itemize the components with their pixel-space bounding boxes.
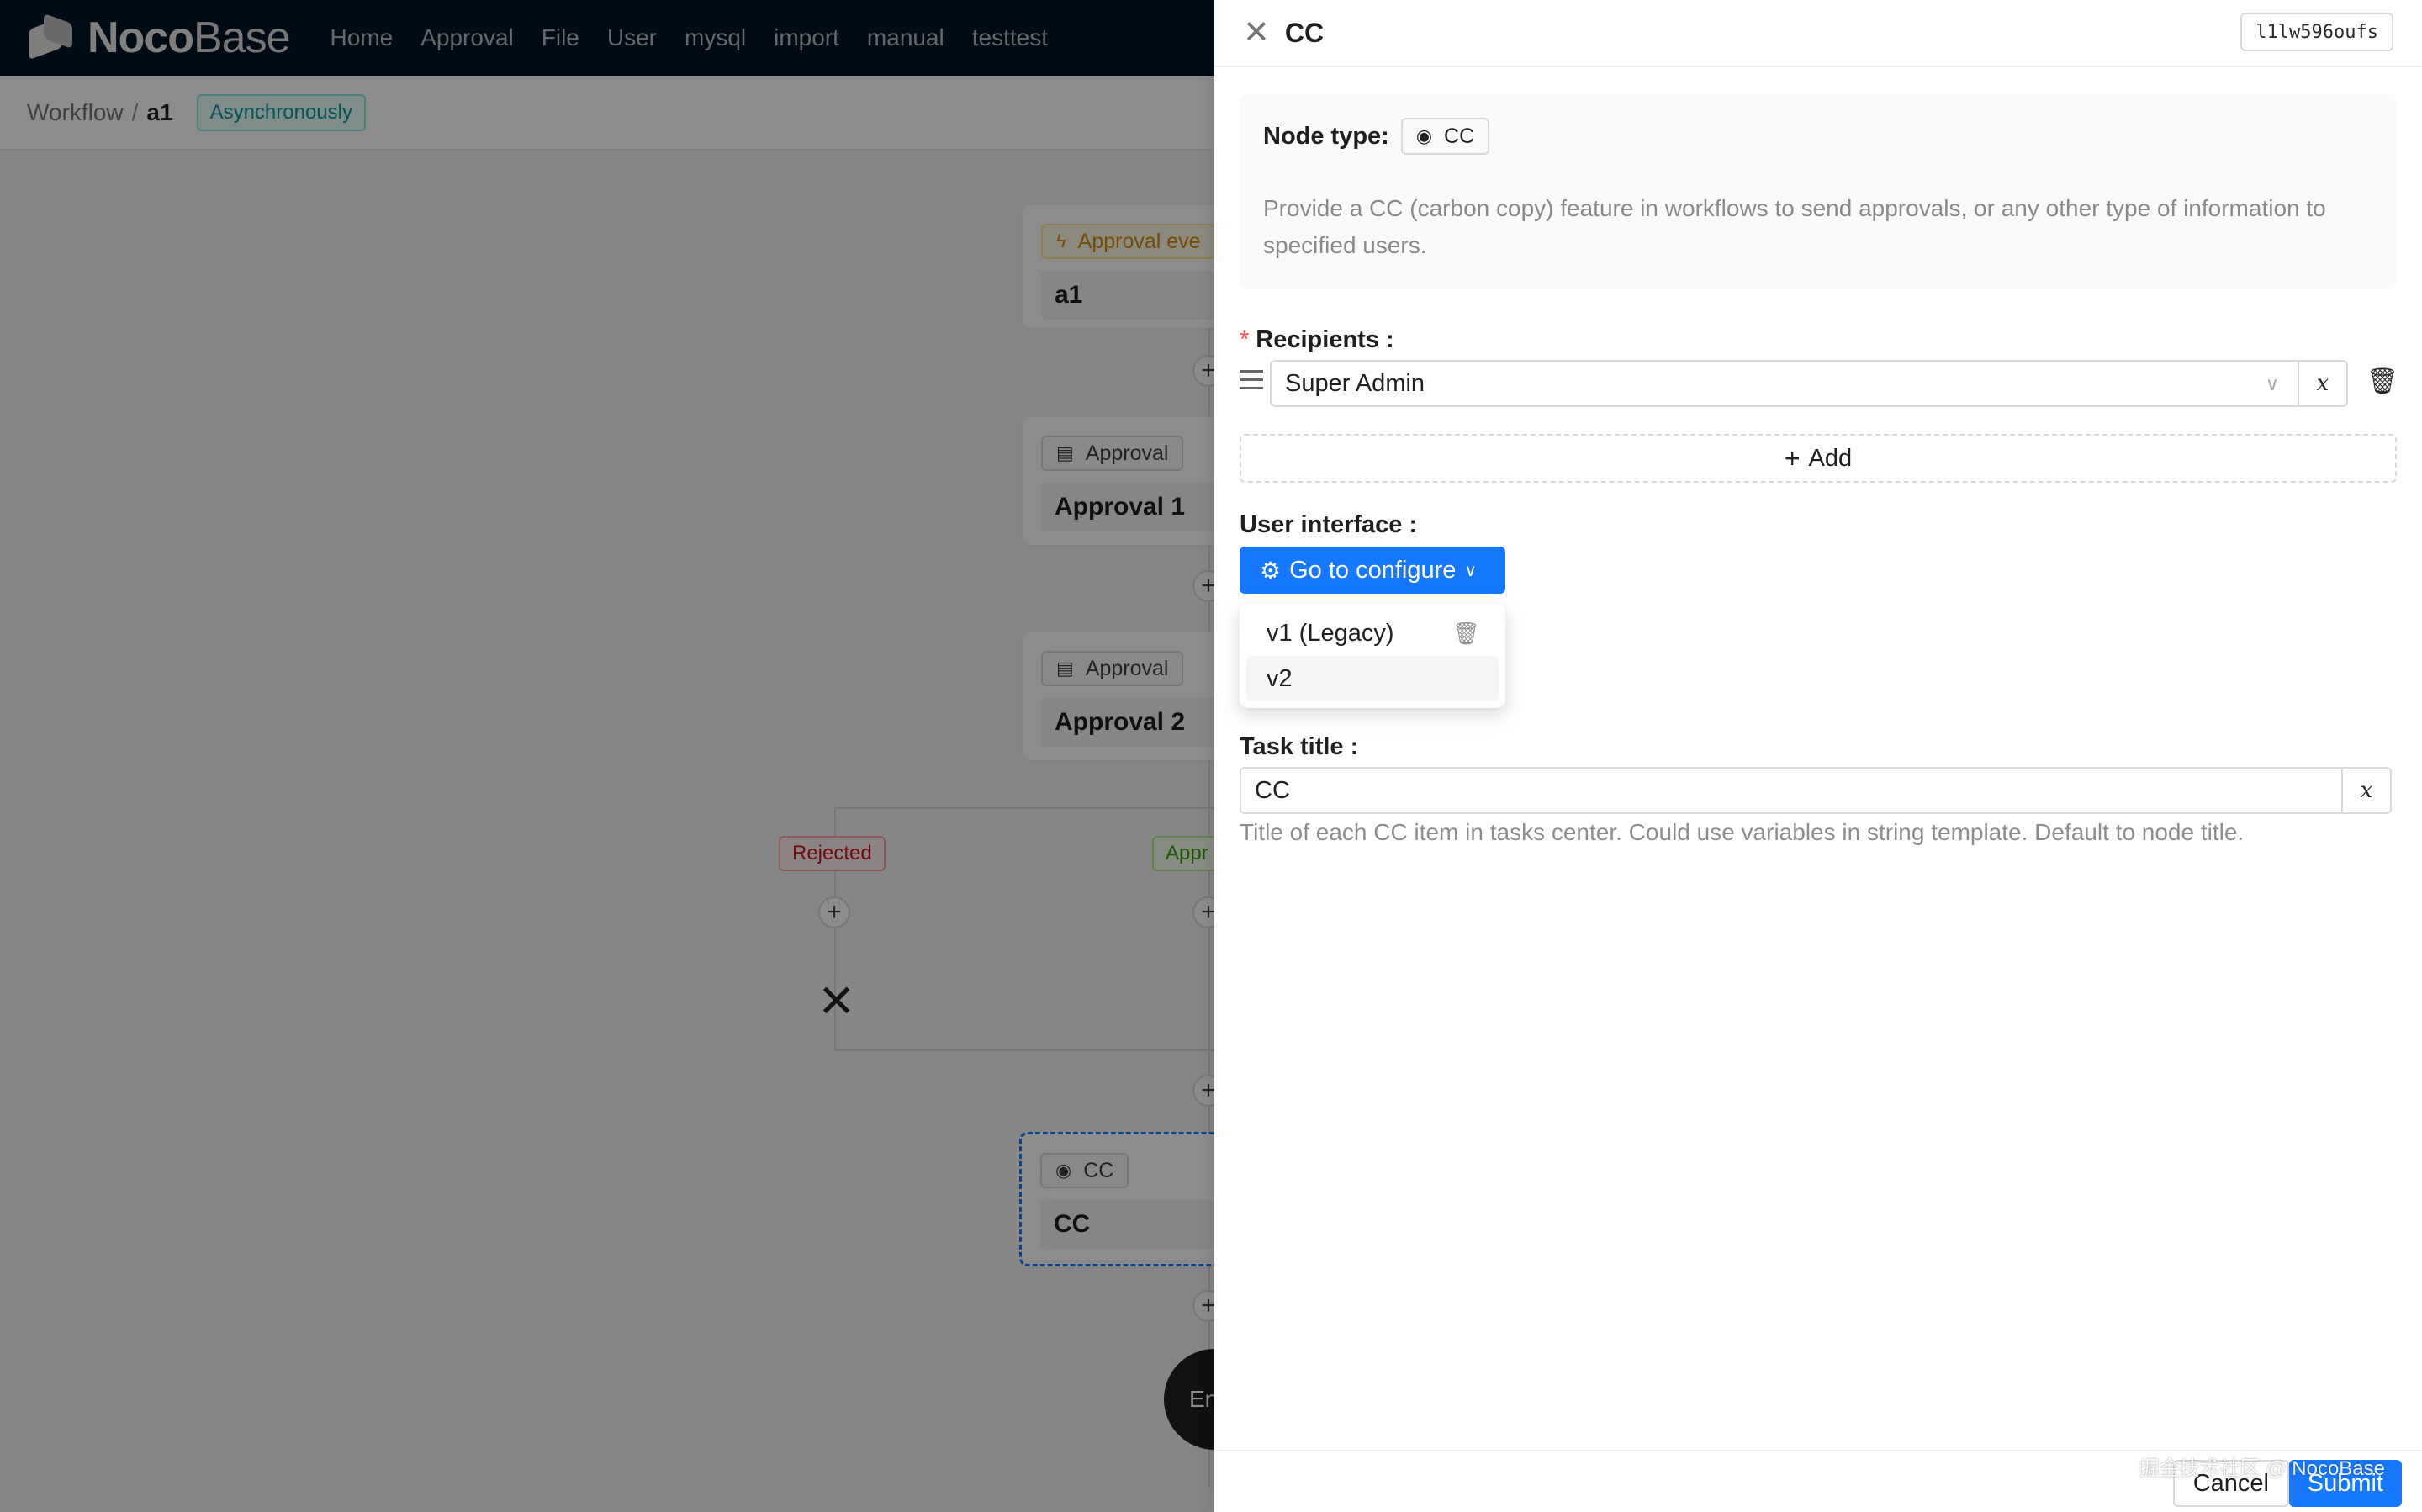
task-title-help: Title of each CC item in tasks center. C… <box>1240 819 2245 845</box>
plus-icon: + <box>1784 442 1801 473</box>
drawer-header: ✕ CC l1lw596oufs <box>1214 0 2422 67</box>
recipient-variable-button[interactable]: x <box>2298 360 2348 407</box>
node-type-row: Node type: ◉ CC <box>1263 118 1490 155</box>
recipient-select[interactable]: Super Admin ∨ <box>1270 360 2299 407</box>
node-type-label: Node type: <box>1263 122 1389 150</box>
gear-icon: ⚙ <box>1260 557 1282 584</box>
task-title-variable-button[interactable]: x <box>2341 767 2392 814</box>
drawer-mask[interactable] <box>0 0 1214 1512</box>
node-description: Provide a CC (carbon copy) feature in wo… <box>1263 195 2326 258</box>
drawer-footer: Cancel Submit 掘金技术社区 @ NocoBase <box>1214 1450 2422 1512</box>
configure-dropdown-menu: v1 (Legacy) 🗑 v2 <box>1240 604 1505 708</box>
node-info-box: Node type: ◉ CC Provide a CC (carbon copy… <box>1240 94 2397 289</box>
delete-icon[interactable]: 🗑 <box>1452 621 1480 647</box>
node-config-drawer: ✕ CC l1lw596oufs Node type: ◉ CC Provide … <box>1214 0 2422 1512</box>
close-icon[interactable]: ✕ <box>1243 17 1270 49</box>
node-key-badge: l1lw596oufs <box>2240 13 2393 51</box>
recipients-label: * Recipients : <box>1240 326 1394 353</box>
recipient-value: Super Admin <box>1285 369 1425 397</box>
task-title-label: Task title : <box>1240 733 1359 760</box>
drag-handle-icon[interactable] <box>1240 370 1263 390</box>
eye-icon: ◉ <box>1415 125 1433 146</box>
watermark: 掘金技术社区 @ NocoBase <box>2139 1457 2385 1480</box>
chevron-down-icon: ∨ <box>1464 561 1478 580</box>
chevron-down-icon: ∨ <box>2265 373 2279 394</box>
dropdown-item-v1-legacy[interactable]: v1 (Legacy) 🗑 <box>1246 611 1499 656</box>
node-type-tag: ◉ CC <box>1400 118 1490 155</box>
dropdown-item-v2[interactable]: v2 <box>1246 656 1499 701</box>
drawer-title[interactable]: CC <box>1285 18 1324 49</box>
add-recipient-button[interactable]: + Add <box>1240 434 2397 483</box>
required-mark: * <box>1240 326 1250 353</box>
user-interface-label: User interface : <box>1240 511 1418 538</box>
go-to-configure-button[interactable]: ⚙ Go to configure ∨ <box>1240 547 1505 594</box>
delete-recipient-icon[interactable]: 🗑 <box>2366 367 2398 396</box>
task-title-input[interactable]: CC <box>1240 767 2343 814</box>
